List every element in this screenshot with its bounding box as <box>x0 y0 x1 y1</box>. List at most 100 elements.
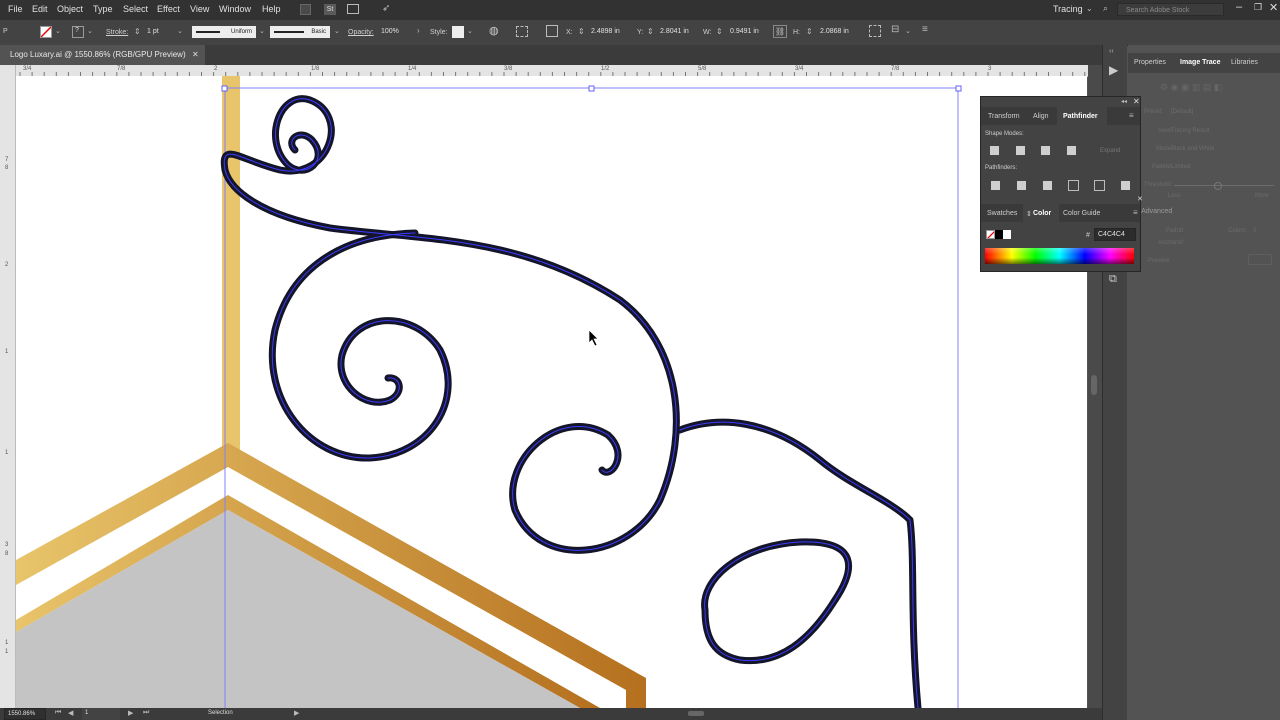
crop-icon[interactable] <box>1068 180 1079 191</box>
menu-object[interactable]: Object <box>57 4 83 14</box>
tab-transform[interactable]: Transform <box>988 113 1020 120</box>
none-swatch[interactable] <box>986 230 995 239</box>
constrain-proportions-icon[interactable]: ⛓ <box>773 25 787 38</box>
chevron-down-icon[interactable]: ⌄ <box>905 27 911 35</box>
reference-point-icon[interactable] <box>546 25 558 37</box>
chevron-right-icon[interactable]: › <box>417 26 420 35</box>
tab-color[interactable]: Color <box>1033 210 1051 217</box>
opacity-field[interactable]: 100% <box>378 26 416 39</box>
tab-swatches[interactable]: Swatches <box>987 210 1017 217</box>
brush-definition[interactable]: Basic <box>270 26 330 38</box>
chevron-down-icon[interactable]: ⌄ <box>334 27 340 35</box>
play-action-icon[interactable]: ▶ <box>1109 63 1118 77</box>
stroke-swatch[interactable]: ? <box>72 26 84 38</box>
black-swatch[interactable] <box>995 230 1003 239</box>
zoom-field[interactable]: 1550.86% <box>4 708 46 720</box>
stepper-icon[interactable]: ⇕ <box>134 27 141 36</box>
unite-icon[interactable] <box>989 145 1000 156</box>
minimize-icon[interactable]: – <box>1236 1 1242 13</box>
stepper-icon[interactable]: ⇕ <box>806 27 813 36</box>
align-to-selection-icon[interactable] <box>516 26 528 37</box>
preset-value[interactable]: [Default] <box>1171 109 1193 115</box>
tab-color-guide[interactable]: Color Guide <box>1063 210 1100 217</box>
view-value[interactable]: Tracing Result <box>1171 128 1209 134</box>
color-spectrum[interactable] <box>985 248 1134 264</box>
close-icon[interactable]: ✕ <box>1269 1 1278 14</box>
opacity-label[interactable]: Opacity: <box>348 29 374 36</box>
intersect-icon[interactable] <box>1040 145 1051 156</box>
menu-file[interactable]: File <box>8 4 23 14</box>
tab-libraries[interactable]: Libraries <box>1231 59 1258 66</box>
trace-button[interactable] <box>1248 254 1272 265</box>
advanced-toggle[interactable]: ▸ Advanced <box>1136 207 1172 215</box>
tab-align[interactable]: Align <box>1033 113 1049 120</box>
tab-image-trace[interactable]: Image Trace <box>1180 59 1220 66</box>
collapse-panels-icon[interactable]: ‹‹ <box>1109 48 1114 55</box>
arrange-documents-icon[interactable] <box>347 4 359 14</box>
panel-menu-icon[interactable]: ≡ <box>1133 208 1138 217</box>
close-panel-icon[interactable]: ✕ <box>1133 97 1140 106</box>
toggle-options-icon[interactable]: ⇕ <box>1026 210 1032 218</box>
align-icon[interactable]: ⊟ <box>891 24 899 35</box>
divide-icon[interactable] <box>990 180 1001 191</box>
stroke-label[interactable]: Stroke: <box>106 29 128 36</box>
gpu-rocket-icon[interactable]: ➶ <box>382 3 390 14</box>
chevron-down-icon[interactable]: ⌄ <box>259 27 265 35</box>
chevron-down-icon[interactable]: ⌄ <box>87 27 93 35</box>
variable-width-profile[interactable]: Uniform <box>192 26 256 38</box>
trim-icon[interactable] <box>1016 180 1027 191</box>
horizontal-scrollbar-thumb[interactable] <box>688 711 704 716</box>
first-artboard-icon[interactable]: ⏮ <box>55 709 61 717</box>
recolor-artwork-icon[interactable]: ◍ <box>489 24 499 37</box>
bridge-icon[interactable] <box>300 4 311 15</box>
last-artboard-icon[interactable]: ⏭ <box>143 709 149 717</box>
vertical-ruler[interactable]: 7 8 2 1 1 3 8 1 1 <box>0 65 16 708</box>
menu-help[interactable]: Help <box>262 4 281 14</box>
preview-checkbox[interactable]: Preview <box>1148 258 1169 264</box>
merge-icon[interactable] <box>1042 180 1053 191</box>
minus-back-icon[interactable] <box>1120 180 1131 191</box>
menu-edit[interactable]: Edit <box>32 4 48 14</box>
panel-menu-icon[interactable]: ≡ <box>922 24 928 35</box>
status-menu-icon[interactable]: ▶ <box>294 709 299 717</box>
threshold-slider-thumb[interactable] <box>1214 182 1222 190</box>
stepper-icon[interactable]: ⇕ <box>647 27 654 36</box>
menu-select[interactable]: Select <box>123 4 148 14</box>
mode-value[interactable]: Black and White <box>1171 146 1214 152</box>
chevron-down-icon[interactable]: ⌄ <box>1086 4 1093 13</box>
menu-view[interactable]: View <box>190 4 209 14</box>
close-panel-icon[interactable]: ✕ <box>1137 195 1143 203</box>
x-field[interactable]: 2.4898 in <box>588 26 638 39</box>
menu-window[interactable]: Window <box>219 4 251 14</box>
artboards-icon[interactable]: ⧉ <box>1109 273 1117 286</box>
h-field[interactable]: 2.0868 in <box>817 26 861 39</box>
artboard-canvas[interactable] <box>16 76 1087 708</box>
restore-icon[interactable]: ❐ <box>1254 2 1262 13</box>
chevron-down-icon[interactable]: ⌄ <box>55 27 61 35</box>
close-tab-icon[interactable]: ✕ <box>192 45 199 65</box>
chevron-down-icon[interactable]: ⌄ <box>177 27 183 35</box>
workspace-switcher[interactable]: Tracing <box>1053 4 1083 14</box>
next-artboard-icon[interactable]: ▶ <box>128 709 133 717</box>
minus-front-icon[interactable] <box>1015 145 1026 156</box>
previous-artboard-icon[interactable]: ◀ <box>68 709 73 717</box>
menu-effect[interactable]: Effect <box>157 4 180 14</box>
exclude-icon[interactable] <box>1066 145 1077 156</box>
panel-menu-icon[interactable]: ≡ <box>1129 111 1134 120</box>
stock-search-input[interactable]: Search Adobe Stock <box>1117 3 1224 16</box>
y-field[interactable]: 2.8041 in <box>657 26 701 39</box>
artboard-field[interactable]: 1 <box>82 708 120 720</box>
document-tab[interactable]: Logo Luxary.ai @ 1550.86% (RGB/GPU Previ… <box>0 45 205 65</box>
w-field[interactable]: 0.9491 in <box>727 26 771 39</box>
white-swatch[interactable] <box>1003 230 1011 239</box>
tab-properties[interactable]: Properties <box>1134 59 1166 66</box>
chevron-down-icon[interactable]: ⌄ <box>467 27 473 35</box>
palette-value[interactable]: Limited <box>1171 164 1190 170</box>
hex-field[interactable]: C4C4C4 <box>1094 228 1136 241</box>
stock-icon[interactable]: St <box>324 4 336 15</box>
fill-none-swatch[interactable] <box>40 26 52 38</box>
tab-pathfinder[interactable]: Pathfinder <box>1063 113 1098 120</box>
threshold-slider[interactable] <box>1174 185 1274 186</box>
outline-icon[interactable] <box>1094 180 1105 191</box>
stepper-icon[interactable]: ⇕ <box>716 27 723 36</box>
